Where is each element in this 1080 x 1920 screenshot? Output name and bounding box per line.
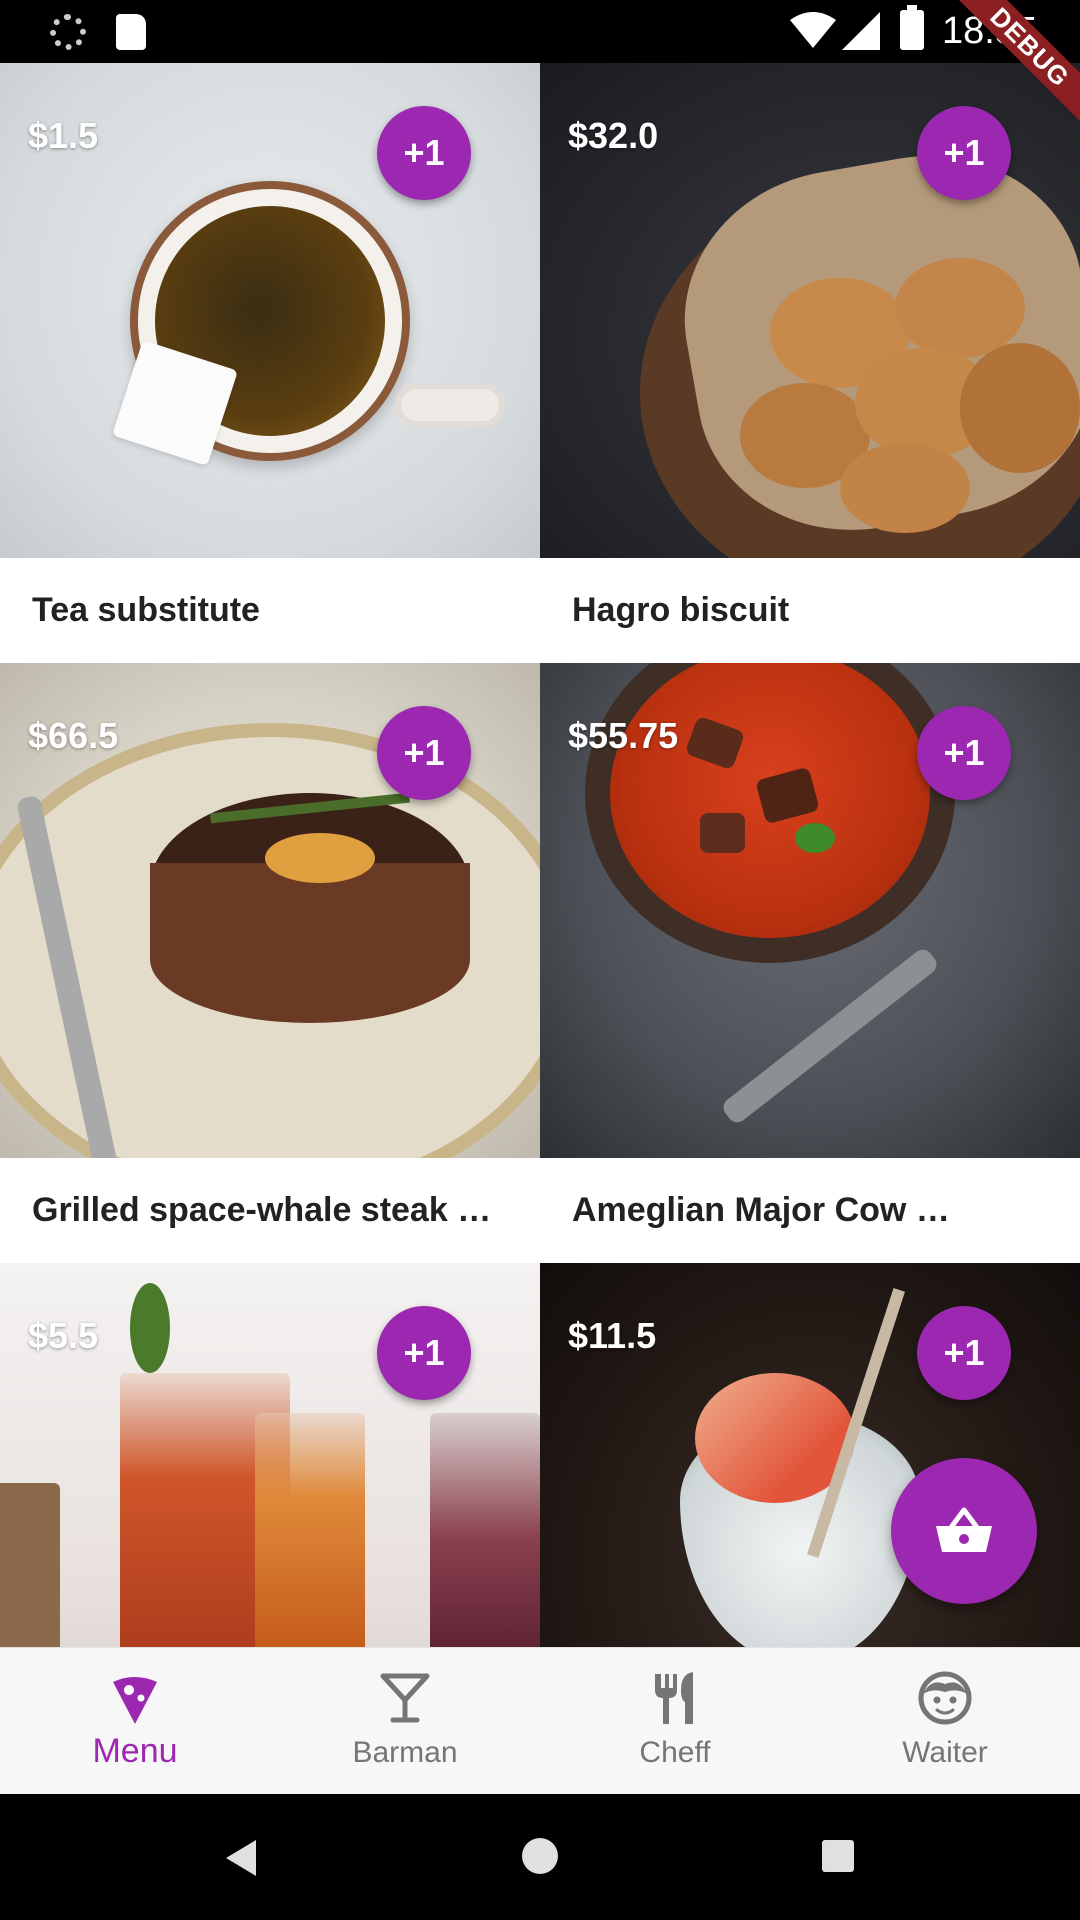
nav-label: Waiter — [902, 1736, 988, 1769]
price-label: $55.75 — [568, 715, 679, 756]
cart-fab-button[interactable] — [891, 1458, 1037, 1604]
add-one-button[interactable]: +1 — [917, 1306, 1011, 1400]
sd-card-icon — [116, 14, 146, 50]
fork-knife-icon — [655, 1672, 693, 1724]
add-one-button[interactable]: +1 — [377, 106, 471, 200]
waiter-face-icon — [918, 1671, 972, 1725]
nav-label: Menu — [92, 1732, 178, 1770]
price-label: $32.0 — [568, 115, 659, 156]
product-card[interactable]: $1.5 +1 Tea substitute — [0, 63, 540, 663]
product-name: Tea substitute — [32, 591, 260, 629]
recents-icon[interactable] — [822, 1840, 854, 1872]
add-one-button[interactable]: +1 — [377, 1306, 471, 1400]
product-card[interactable]: $32.0 +1 Hagro biscuit — [540, 63, 1080, 663]
loading-icon — [50, 14, 86, 50]
product-name: Grilled space-whale steak … — [32, 1191, 492, 1229]
price-label: $5.5 — [28, 1315, 99, 1356]
home-icon[interactable] — [522, 1838, 558, 1874]
product-card[interactable]: $66.5 +1 Grilled space-whale steak … — [0, 663, 540, 1263]
status-bar: 18:55 — [0, 0, 1080, 63]
cocktail-glass-icon — [380, 1673, 430, 1723]
product-name: Hagro biscuit — [572, 591, 790, 629]
product-card[interactable]: $55.75 +1 Ameglian Major Cow … — [540, 663, 1080, 1263]
add-one-button[interactable]: +1 — [917, 706, 1011, 800]
nav-item-waiter[interactable]: Waiter — [810, 1648, 1080, 1794]
nav-label: Cheff — [639, 1736, 711, 1769]
basket-icon — [936, 1507, 992, 1552]
add-one-button[interactable]: +1 — [377, 706, 471, 800]
add-one-button[interactable]: +1 — [917, 106, 1011, 200]
price-label: $66.5 — [28, 715, 119, 756]
product-card[interactable]: $5.5 +1 — [0, 1263, 540, 1647]
signal-icon — [842, 12, 880, 50]
price-label: $1.5 — [28, 115, 99, 156]
bottom-navigation: Menu Barman Cheff Waiter — [0, 1647, 1080, 1794]
battery-icon — [900, 5, 924, 50]
product-grid[interactable]: $1.5 +1 Tea substitute $32.0 +1 Hagro bi… — [0, 63, 1080, 1647]
nav-label: Barman — [352, 1736, 458, 1769]
system-navigation-bar — [0, 1794, 1080, 1920]
product-name: Ameglian Major Cow … — [572, 1191, 950, 1229]
app-screen: 18:55 DEBUG $1.5 +1 Tea substitute — [0, 0, 1080, 1920]
back-icon[interactable] — [222, 1838, 262, 1878]
price-label: $11.5 — [568, 1315, 657, 1356]
nav-item-cheff[interactable]: Cheff — [540, 1648, 810, 1794]
nav-item-barman[interactable]: Barman — [270, 1648, 540, 1794]
pizza-slice-icon — [113, 1677, 157, 1724]
wifi-icon — [790, 12, 836, 48]
nav-item-menu[interactable]: Menu — [0, 1648, 270, 1794]
